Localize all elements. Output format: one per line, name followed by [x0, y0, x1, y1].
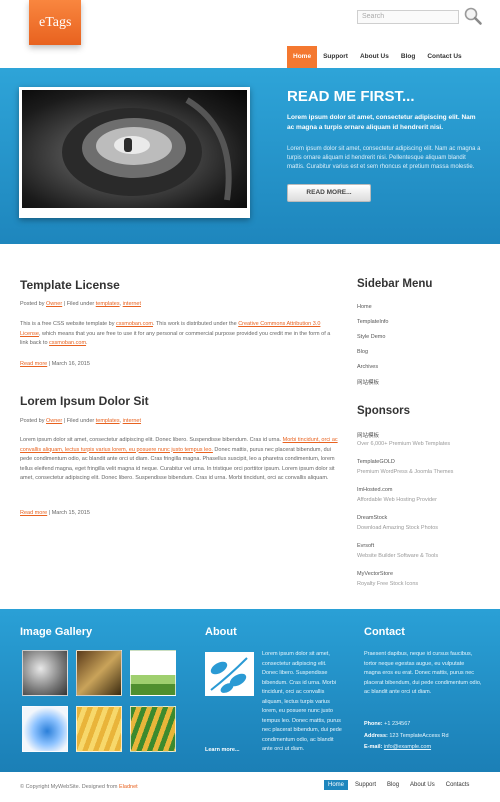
- nav-blog[interactable]: Blog: [395, 46, 421, 68]
- tag-link[interactable]: internet: [123, 418, 141, 424]
- logo[interactable]: eTags: [39, 15, 71, 31]
- about-text: Lorem ipsum dolor sit amet, consectetur …: [262, 651, 342, 752]
- body-text: . This work is distributed under the: [152, 321, 239, 327]
- gallery-title: Image Gallery: [20, 626, 93, 638]
- read-more-button[interactable]: READ MORE...: [287, 184, 371, 202]
- sidebar-item-archives[interactable]: Archives: [357, 364, 378, 370]
- read-more-link[interactable]: Read more: [20, 510, 47, 516]
- sponsor-name[interactable]: DreamStock: [357, 515, 387, 521]
- meta-prefix: Posted by: [20, 418, 46, 424]
- sidebar-item-templateinfo[interactable]: TemplateInfo: [357, 319, 389, 325]
- sponsor-desc: Affordable Web Hosting Provider: [357, 497, 437, 503]
- gallery-thumb[interactable]: [130, 650, 176, 696]
- bottom-nav-about-us[interactable]: About Us: [406, 780, 439, 790]
- bottom-nav-support[interactable]: Support: [351, 780, 380, 790]
- phone-value: +1 234567: [382, 721, 411, 727]
- email-link[interactable]: info@example.com: [384, 744, 431, 750]
- phone-label: Phone:: [364, 721, 383, 727]
- tag-link[interactable]: internet: [123, 301, 141, 307]
- sponsors-title: Sponsors: [357, 405, 411, 417]
- gallery-thumb[interactable]: [76, 650, 122, 696]
- nav-home[interactable]: Home: [287, 46, 318, 68]
- post-title[interactable]: Lorem Ipsum Dolor Sit: [20, 394, 149, 408]
- hero-lead: Lorem ipsum dolor sit amet, consectetur …: [287, 114, 476, 131]
- about-leaf-icon: [205, 652, 254, 696]
- hero-mouse-image: [22, 90, 247, 208]
- nav-support[interactable]: Support: [317, 46, 354, 68]
- meta-mid: | Filed under: [62, 418, 96, 424]
- post-body: This is a free CSS website template by c…: [20, 320, 338, 349]
- search-icon[interactable]: [463, 6, 483, 26]
- tag-link[interactable]: templates: [96, 418, 120, 424]
- sidebar-item-style-demo[interactable]: Style Demo: [357, 334, 385, 340]
- bottom-nav-home[interactable]: Home: [324, 780, 349, 790]
- sidebar-menu-title: Sidebar Menu: [357, 278, 433, 290]
- meta-prefix: Posted by: [20, 301, 46, 307]
- about-text-right: Lorem ipsum dolor sit amet, consectetur …: [262, 650, 342, 755]
- address-label: Address:: [364, 733, 388, 739]
- sponsor-desc: Royalty Free Stock Icons: [357, 581, 419, 587]
- author-link[interactable]: Owner: [46, 301, 62, 307]
- author-link[interactable]: Owner: [46, 418, 62, 424]
- sponsor-desc: Download Amazing Stock Photos: [357, 525, 439, 531]
- post-date: | March 15, 2015: [47, 510, 90, 516]
- sponsor-desc: Website Builder Software & Tools: [357, 553, 439, 559]
- post-title[interactable]: Template License: [20, 278, 120, 292]
- hero-title: READ ME FIRST...: [287, 88, 415, 105]
- contact-email: E-mail: info@example.com: [364, 743, 431, 753]
- sidebar-item-blog[interactable]: Blog: [357, 349, 368, 355]
- body-text: Lorem ipsum dolor sit amet, consectetur …: [20, 437, 283, 443]
- contact-text: Praesent dapibus, neque id cursus faucib…: [364, 651, 482, 695]
- address-value: 123 TemplateAccess Rd: [387, 733, 449, 739]
- search-input[interactable]: Search: [357, 10, 459, 24]
- nav-contact-us[interactable]: Contact Us: [421, 46, 467, 68]
- post-footer: Read more | March 16, 2015: [20, 361, 90, 367]
- about-title: About: [205, 626, 237, 638]
- cssmoban-link[interactable]: cssmoban.com: [116, 321, 153, 327]
- copyright-text: © Copyright MyWebSite. Designed from: [20, 784, 120, 790]
- read-more-link[interactable]: Read more: [20, 361, 47, 367]
- gallery-thumb[interactable]: [76, 706, 122, 752]
- bottom-nav-blog[interactable]: Blog: [383, 780, 403, 790]
- sponsor-name[interactable]: ImHosted.com: [357, 487, 392, 493]
- tag-link[interactable]: templates: [96, 301, 120, 307]
- post-meta: Posted by Owner | Filed under templates,…: [20, 418, 141, 424]
- cssmoban-link[interactable]: cssmoban.com: [49, 340, 86, 346]
- post-meta: Posted by Owner | Filed under templates,…: [20, 301, 141, 307]
- sponsor-name[interactable]: TemplateGOLD: [357, 459, 395, 465]
- hero-body: Lorem ipsum dolor sit amet, consectetur …: [287, 146, 481, 170]
- sidebar-item-home[interactable]: Home: [357, 304, 372, 310]
- sponsor-desc: Over 6,000+ Premium Web Templates: [357, 441, 451, 447]
- contact-address: Address: 123 TemplateAccess Rd: [364, 732, 449, 742]
- nav-about-us[interactable]: About Us: [354, 46, 395, 68]
- body-text: .: [86, 340, 88, 346]
- gallery-thumb[interactable]: [130, 706, 176, 752]
- copyright: © Copyright MyWebSite. Designed from Ela…: [20, 784, 138, 790]
- contact-title: Contact: [364, 626, 405, 638]
- sponsor-name[interactable]: Evrsoft: [357, 543, 374, 549]
- contact-phone: Phone: +1 234567: [364, 720, 410, 730]
- learn-more-link[interactable]: Learn more...: [205, 746, 240, 756]
- post-body: Lorem ipsum dolor sit amet, consectetur …: [20, 436, 338, 484]
- post-footer: Read more | March 15, 2015: [20, 510, 90, 516]
- meta-mid: | Filed under: [62, 301, 96, 307]
- sponsor-name[interactable]: 网站模板: [357, 431, 379, 439]
- main-nav: Home Support About Us Blog Contact Us: [287, 46, 468, 68]
- email-label: E-mail:: [364, 744, 383, 750]
- body-text: This is a free CSS website template by: [20, 321, 116, 327]
- gallery-thumb[interactable]: [22, 650, 68, 696]
- gallery-thumb[interactable]: [22, 706, 68, 752]
- bottom-nav: Home Support Blog About Us Contacts: [324, 780, 476, 790]
- sponsor-name[interactable]: MyVectorStore: [357, 571, 393, 577]
- post-date: | March 16, 2015: [47, 361, 90, 367]
- sponsor-desc: Premium WordPress & Joomla Themes: [357, 469, 454, 475]
- sidebar-item-templates[interactable]: 网站模板: [357, 378, 379, 386]
- bottom-nav-contacts[interactable]: Contacts: [442, 780, 474, 790]
- designer-link[interactable]: Eladnet: [119, 784, 138, 790]
